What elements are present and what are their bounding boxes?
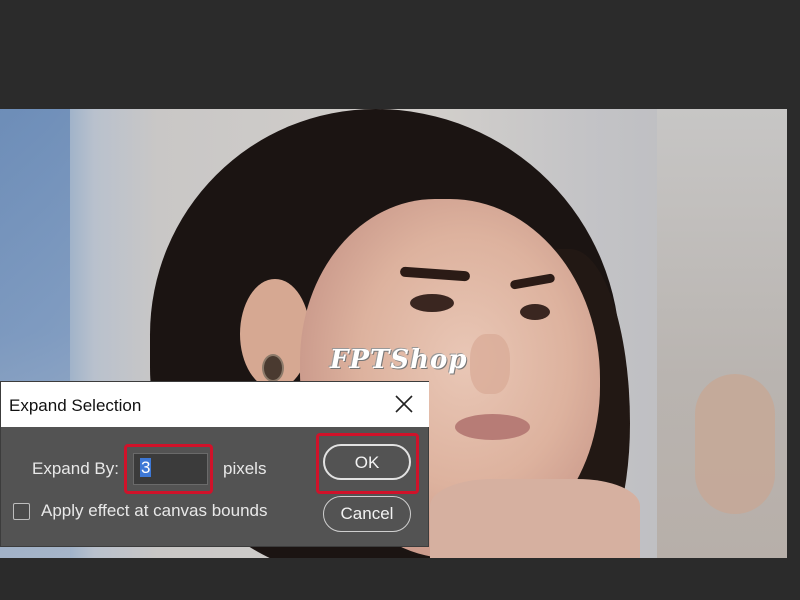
close-icon[interactable] [393, 393, 415, 415]
watermark-text: FPTShop [330, 345, 468, 375]
nose [470, 334, 510, 394]
canvas-bounds-checkbox[interactable] [13, 503, 30, 520]
dialog-titlebar[interactable]: Expand Selection [1, 382, 429, 427]
ok-highlight-box [316, 433, 419, 494]
earring [262, 354, 284, 382]
background-hand [695, 374, 775, 514]
canvas-bounds-label[interactable]: Apply effect at canvas bounds [41, 501, 268, 521]
unit-label: pixels [223, 459, 267, 478]
neck [430, 479, 640, 558]
input-highlight-box [124, 444, 213, 494]
eye-left [410, 294, 454, 312]
lips [455, 414, 530, 440]
expand-selection-dialog: Expand Selection Expand By: 3 pixels OK … [0, 381, 429, 547]
cancel-button[interactable]: Cancel [323, 496, 411, 532]
eye-right [520, 304, 550, 320]
workspace-background: FPTShop Expand Selection Expand By: 3 pi… [0, 0, 800, 600]
dialog-title: Expand Selection [9, 396, 142, 415]
expand-by-label: Expand By: [32, 459, 119, 478]
